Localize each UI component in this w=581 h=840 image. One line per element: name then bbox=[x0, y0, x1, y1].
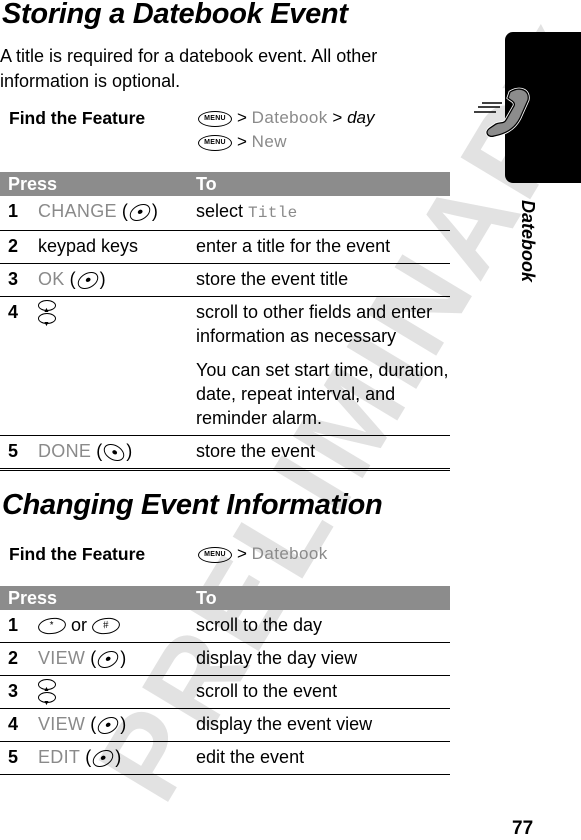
right-soft-key-icon bbox=[100, 440, 128, 465]
select-key-icon bbox=[89, 746, 117, 771]
table-row: 3 scroll to the event bbox=[0, 675, 450, 716]
page-number: 77 bbox=[512, 818, 534, 839]
section-title-changing: Changing Event Information bbox=[2, 489, 383, 521]
table-row: 3 OK () store the event title bbox=[0, 263, 450, 297]
menu-key-icon: MENU bbox=[198, 546, 232, 563]
table-row: 5 EDIT () edit the event bbox=[0, 741, 450, 775]
header-press: Press bbox=[0, 172, 196, 196]
header-to: To bbox=[196, 586, 450, 610]
path-step: New bbox=[251, 132, 287, 151]
intro-paragraph: A title is required for a datebook event… bbox=[0, 46, 378, 91]
nav-key-icon bbox=[38, 678, 56, 716]
table-row: 4 VIEW () display the event view bbox=[0, 708, 450, 742]
pound-key-icon: # bbox=[91, 616, 122, 637]
path-step: Datebook bbox=[251, 108, 328, 127]
select-key-icon bbox=[94, 713, 122, 738]
select-key-icon bbox=[94, 647, 122, 672]
find-feature-label: Find the Feature bbox=[9, 544, 146, 564]
section-label: Datebook bbox=[518, 200, 538, 283]
table-row: 4 scroll to other fields and enter infor… bbox=[0, 296, 450, 436]
select-key-icon bbox=[74, 268, 101, 293]
step-note: You can set start time, duration, date, … bbox=[196, 360, 449, 428]
steps-table-changing: Press To 1 * or # scroll to the day 2 VI… bbox=[0, 586, 450, 775]
steps-table-storing: Press To 1 CHANGE () select Title 2 keyp… bbox=[0, 172, 450, 471]
path-step: day bbox=[347, 108, 375, 127]
find-feature-label: Find the Feature bbox=[9, 108, 146, 128]
table-row: 5 DONE () store the event bbox=[0, 435, 450, 471]
table-row: 2 VIEW () display the day view bbox=[0, 642, 450, 676]
find-feature-path: MENU > Datebook > day MENU > New bbox=[198, 106, 374, 154]
select-key-icon bbox=[126, 200, 154, 225]
table-row: 2 keypad keys enter a title for the even… bbox=[0, 230, 450, 264]
star-key-icon: * bbox=[37, 616, 67, 637]
find-feature-path: MENU > Datebook bbox=[198, 542, 328, 566]
menu-key-icon: MENU bbox=[198, 110, 232, 127]
nav-key-icon bbox=[38, 299, 56, 337]
menu-key-icon: MENU bbox=[198, 134, 232, 151]
header-press: Press bbox=[0, 586, 196, 610]
header-to: To bbox=[196, 172, 450, 196]
section-title-storing: Storing a Datebook Event bbox=[2, 0, 348, 30]
phone-handset-icon bbox=[474, 87, 530, 138]
table-row: 1 * or # scroll to the day bbox=[0, 610, 450, 643]
menu-path-2: MENU > New bbox=[198, 130, 374, 154]
menu-path-1: MENU > Datebook bbox=[198, 542, 328, 566]
path-step: Datebook bbox=[251, 544, 328, 563]
menu-path-1: MENU > Datebook > day bbox=[198, 106, 374, 130]
table-row: 1 CHANGE () select Title bbox=[0, 196, 450, 231]
